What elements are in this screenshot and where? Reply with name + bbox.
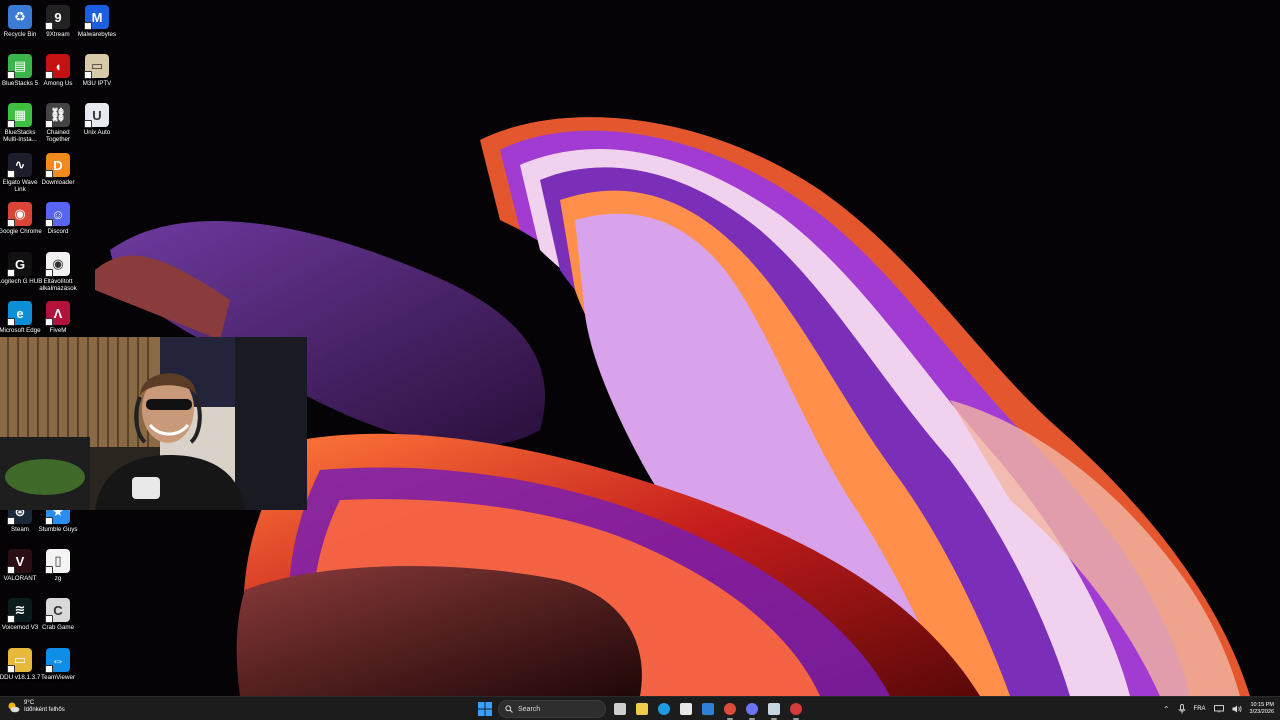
elgato-wave-link-icon: ∿ xyxy=(7,153,32,178)
taskbar-app-file-explorer[interactable] xyxy=(633,700,651,718)
desktop-shortcut-label: FiveM xyxy=(49,327,67,334)
desktop-shortcut[interactable]: ▭ M3U IPTV xyxy=(77,54,117,102)
desktop-shortcut-label: Discord xyxy=(47,228,69,235)
9xtream-icon: 9 xyxy=(45,5,70,30)
fivem-icon: Λ xyxy=(45,301,70,326)
volume-icon[interactable] xyxy=(1232,705,1242,713)
file-explorer-icon xyxy=(636,703,648,715)
taskbar-app-store[interactable] xyxy=(677,700,695,718)
search-icon xyxy=(505,705,513,713)
desktop-shortcut[interactable]: D Downloader xyxy=(38,153,78,201)
desktop-shortcut[interactable]: ▤ BlueStacks 5 xyxy=(0,54,40,102)
search-placeholder: Search xyxy=(518,705,541,713)
desktop-shortcut[interactable]: M Malwarebytes xyxy=(77,5,117,53)
folder-icon: ▭ xyxy=(7,648,32,673)
desktop-shortcut[interactable]: G Logitech G HUB xyxy=(0,252,42,300)
edge-icon xyxy=(658,703,670,715)
obs-icon xyxy=(790,703,802,715)
voicemod-icon: ≋ xyxy=(7,598,32,623)
taskbar-app-task-view[interactable] xyxy=(611,700,629,718)
taskbar-app-mail[interactable] xyxy=(699,700,717,718)
desktop-shortcut[interactable]: ♻ Recycle Bin xyxy=(0,5,40,53)
desktop-shortcut[interactable]: ▯ zg xyxy=(38,549,78,597)
desktop-shortcut[interactable]: ☺ Discord xyxy=(38,202,78,250)
desktop-shortcut-label: TeamViewer xyxy=(41,674,75,681)
taskbar-search-box[interactable]: Search xyxy=(498,700,606,718)
desktop-shortcut[interactable]: C Crab Game xyxy=(38,598,78,646)
taskbar: 9°C Időnként felhős Search ⌃ FRA 10:15 P… xyxy=(0,696,1280,720)
taskbar-app-obs[interactable] xyxy=(787,700,805,720)
weather-condition: Időnként felhős xyxy=(24,707,65,713)
clock-time: 10:15 PM xyxy=(1250,702,1274,708)
network-monitor-icon[interactable] xyxy=(1213,705,1224,713)
desktop-shortcut[interactable]: ◉ Google Chrome xyxy=(0,202,42,250)
chrome-icon xyxy=(724,703,736,715)
task-view-icon xyxy=(614,703,626,715)
desktop-shortcut[interactable]: ◉ Eltávolított alkalmazások xyxy=(38,252,78,300)
unix-auto-icon: U xyxy=(84,103,109,128)
webcam-overlay xyxy=(0,337,307,510)
desktop-shortcut[interactable]: ▭ DDU v18.1.3.7 xyxy=(0,648,40,696)
taskbar-app-edge[interactable] xyxy=(655,700,673,718)
weather-widget[interactable]: 9°C Időnként felhős xyxy=(6,700,65,714)
desktop-shortcut-label: Unix Auto xyxy=(83,129,111,136)
downloader-icon: D xyxy=(45,153,70,178)
recycle-bin-icon: ♻ xyxy=(8,5,32,29)
m3u-iptv-icon: ▭ xyxy=(84,54,109,79)
steam-icon xyxy=(768,703,780,715)
store-icon xyxy=(680,703,692,715)
chevron-up-icon[interactable]: ⌃ xyxy=(1163,705,1170,714)
microphone-icon[interactable] xyxy=(1178,704,1186,714)
crab-game-icon: C xyxy=(45,598,70,623)
mail-icon xyxy=(702,703,714,715)
bluestacks-multi-icon: ▦ xyxy=(7,103,32,128)
clock-date: 3/23/2026 xyxy=(1249,709,1274,715)
desktop-shortcut[interactable]: 9 9Xtream xyxy=(38,5,78,53)
valorant-icon: V xyxy=(7,549,32,574)
input-language[interactable]: FRA xyxy=(1194,706,1206,712)
desktop-shortcut[interactable]: V VALORANT xyxy=(0,549,40,597)
desktop-shortcut-label: Crab Game xyxy=(42,624,74,631)
system-tray: ⌃ FRA 10:15 PM 3/23/2026 xyxy=(1163,699,1274,719)
taskbar-app-steam[interactable] xyxy=(765,700,783,720)
windows-start-icon[interactable] xyxy=(478,702,492,716)
desktop-shortcut-label: Stumble Guys xyxy=(38,526,78,533)
clock[interactable]: 10:15 PM 3/23/2026 xyxy=(1250,702,1274,716)
discord-icon: ☺ xyxy=(45,202,70,227)
logitech-ghub-icon: G xyxy=(7,252,32,277)
discord-icon xyxy=(746,703,758,715)
desktop-shortcut-label: zg xyxy=(54,575,62,582)
desktop-shortcut-label: Malwarebytes xyxy=(77,31,117,38)
taskbar-app-chrome[interactable] xyxy=(721,700,739,720)
malwarebytes-icon: M xyxy=(84,5,109,30)
teamviewer-icon: ⇔ xyxy=(45,648,70,673)
desktop-shortcut[interactable]: U Unix Auto xyxy=(77,103,117,151)
desktop-shortcut[interactable]: ∿ Elgato Wave Link xyxy=(0,153,40,201)
desktop-shortcut[interactable]: ▦ BlueStacks Multi-Insta... xyxy=(0,103,40,151)
edge-icon: e xyxy=(7,301,32,326)
desktop-shortcut[interactable]: ⛓ Chained Together xyxy=(38,103,78,151)
weather-temperature: 9°C xyxy=(24,700,35,706)
bluestacks-icon: ▤ xyxy=(7,54,32,79)
desktop-shortcut[interactable]: ≋ Voicemod V3 xyxy=(0,598,40,646)
desktop-shortcut[interactable]: ⇔ TeamViewer xyxy=(38,648,78,696)
among-us-icon: ◖ xyxy=(45,54,70,79)
chained-together-icon: ⛓ xyxy=(45,103,70,128)
desktop-shortcut-label: M3U IPTV xyxy=(82,80,112,87)
desktop-shortcut-label: Eltávolított alkalmazások xyxy=(39,278,77,292)
desktop-shortcut-label: Downloader xyxy=(41,179,75,186)
chrome-icon: ◉ xyxy=(7,202,32,227)
file-icon: ▯ xyxy=(45,549,70,574)
taskbar-app-discord[interactable] xyxy=(743,700,761,720)
weather-partly-cloudy-icon xyxy=(8,702,20,713)
desktop-shortcut[interactable]: ◖ Among Us xyxy=(38,54,78,102)
removed-apps-icon: ◉ xyxy=(45,252,70,277)
